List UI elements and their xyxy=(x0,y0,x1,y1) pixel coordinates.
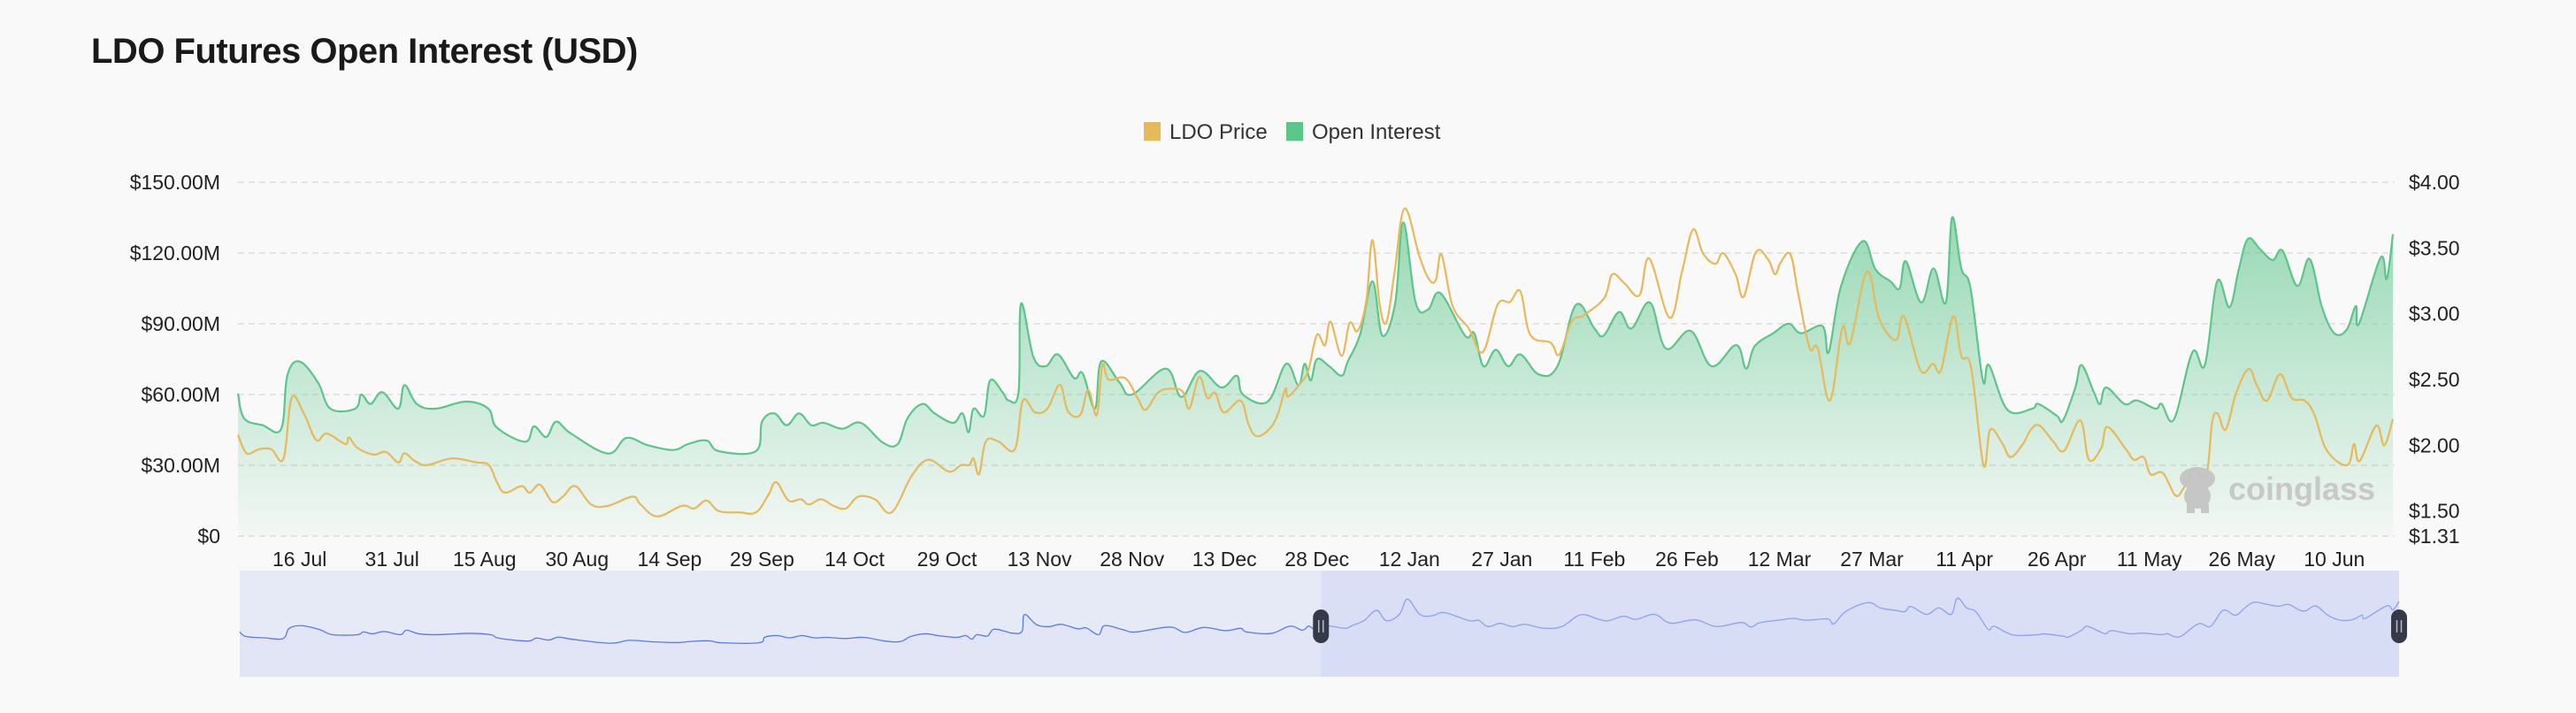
x-tick-label: 16 Jul xyxy=(272,548,326,571)
x-tick-label: 13 Nov xyxy=(1008,548,1072,571)
x-tick-label: 29 Oct xyxy=(917,548,978,571)
navigator[interactable] xyxy=(239,571,2407,677)
x-tick-label: 10 Jun xyxy=(2304,548,2365,571)
x-tick-label: 14 Sep xyxy=(637,548,702,571)
x-tick-label: 27 Jan xyxy=(1471,548,1532,571)
right-y-tick-label: $4.00 xyxy=(2409,171,2460,194)
left-y-tick-label: $120.00M xyxy=(130,242,220,264)
right-y-tick-label: $3.50 xyxy=(2409,236,2460,259)
x-tick-label: 29 Sep xyxy=(730,548,794,571)
left-y-tick-label: $150.00M xyxy=(130,171,220,194)
right-y-tick-label: $2.50 xyxy=(2409,368,2460,391)
legend-item-open-interest[interactable]: Open Interest xyxy=(1286,120,1441,144)
right-y-axis: $1.31$1.50 $2.00 $2.50 $3.00 $3.50 $4.00 xyxy=(2409,171,2460,548)
x-tick-label: 15 Aug xyxy=(453,548,517,571)
x-tick-label: 28 Dec xyxy=(1284,548,1349,571)
left-y-tick-label: $60.00M xyxy=(141,383,220,406)
left-y-tick-label: $90.00M xyxy=(141,312,220,335)
right-y-tick-label: $3.00 xyxy=(2409,303,2460,326)
right-y-tick-label: $1.50 xyxy=(2409,500,2460,523)
x-tick-label: 27 Mar xyxy=(1840,548,1904,571)
navigator-selection[interactable] xyxy=(1321,571,2399,677)
x-tick-label: 14 Oct xyxy=(824,548,885,571)
watermark-text: coinglass xyxy=(2228,471,2375,507)
x-tick-label: 12 Jan xyxy=(1379,548,1440,571)
legend-swatch-open-interest xyxy=(1286,122,1303,141)
open-interest-area xyxy=(238,217,2393,537)
x-tick-label: 31 Jul xyxy=(365,548,419,571)
left-y-tick-label: $0 xyxy=(197,525,220,548)
navigator-handle-right[interactable] xyxy=(2391,610,2407,643)
x-tick-label: 11 Feb xyxy=(1563,548,1625,571)
chart-canvas: LDO Price Open Interest $0 $30.00M $60.00M… xyxy=(130,120,2460,677)
legend: LDO Price Open Interest xyxy=(1144,120,1441,144)
x-tick-label: 12 Mar xyxy=(1748,548,1812,571)
legend-label-ldo-price: LDO Price xyxy=(1169,120,1268,144)
left-y-tick-label: $30.00M xyxy=(141,454,220,477)
right-y-tick-label: $1.31 xyxy=(2409,525,2460,548)
x-tick-label: 30 Aug xyxy=(546,548,610,571)
x-tick-label: 26 May xyxy=(2209,548,2276,571)
left-y-axis: $0 $30.00M $60.00M $90.00M $120.00M $150.00M xyxy=(130,171,220,548)
legend-item-ldo-price[interactable]: LDO Price xyxy=(1144,120,1268,144)
x-tick-label: 28 Nov xyxy=(1100,548,1164,571)
handle-grip-icon xyxy=(2391,610,2407,643)
legend-label-open-interest: Open Interest xyxy=(1312,120,1441,144)
x-tick-label: 11 Apr xyxy=(1936,548,1993,571)
x-axis: 16 Jul 31 Jul 15 Aug 30 Aug 14 Sep 29 Sep 14 O… xyxy=(272,548,2365,571)
x-tick-label: 26 Apr xyxy=(2028,548,2087,571)
right-y-tick-label: $2.00 xyxy=(2409,433,2460,456)
x-tick-label: 13 Dec xyxy=(1192,548,1257,571)
legend-swatch-ldo-price xyxy=(1144,122,1161,141)
navigator-handle-left[interactable] xyxy=(1313,610,1330,643)
handle-grip-icon xyxy=(1313,610,1330,643)
x-tick-label: 26 Feb xyxy=(1655,548,1719,571)
x-tick-label: 11 May xyxy=(2117,548,2182,571)
